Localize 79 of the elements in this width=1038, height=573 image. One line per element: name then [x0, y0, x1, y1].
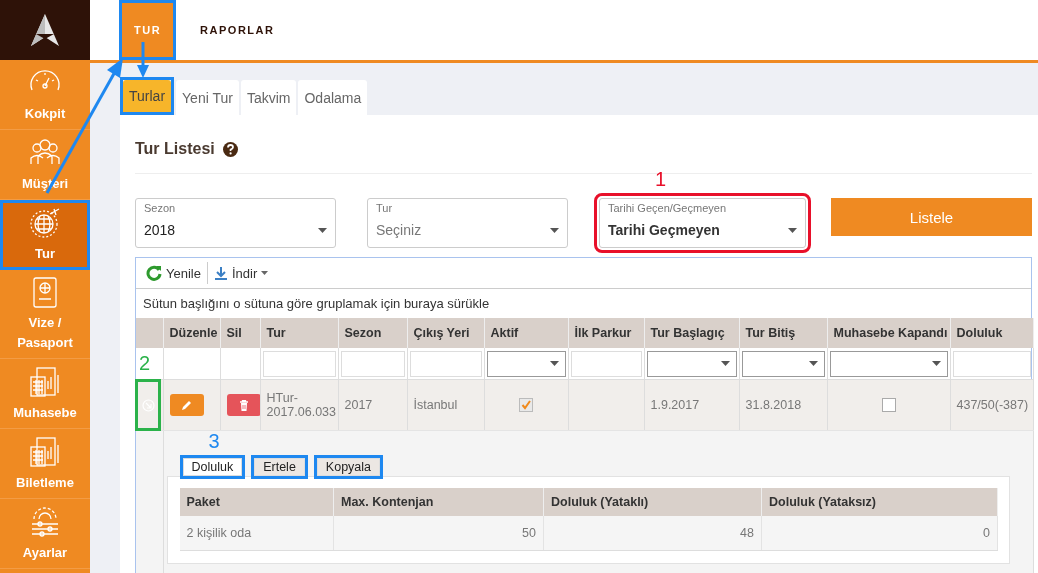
- column-header[interactable]: Sezon: [338, 318, 407, 348]
- tab[interactable]: Turlar: [123, 80, 172, 112]
- column-header[interactable]: İlk Parkur: [568, 318, 644, 348]
- edit-button[interactable]: [169, 394, 204, 416]
- refresh-icon: [146, 265, 162, 281]
- select-field[interactable]: Tur Seçiniz: [367, 198, 568, 248]
- column-header[interactable]: Tur: [260, 318, 338, 348]
- help-icon: [222, 141, 238, 157]
- sidebar-label: Ayarlar: [22, 543, 68, 562]
- callout-number: 3: [208, 431, 220, 451]
- filter-field[interactable]: [570, 350, 642, 377]
- column-header: Paket: [179, 488, 334, 516]
- column-header[interactable]: Sil: [220, 318, 260, 348]
- caret-icon: [318, 227, 327, 233]
- callout-number: 2: [139, 353, 151, 373]
- tab[interactable]: Takvim: [240, 80, 297, 115]
- column-header[interactable]: Çıkış Yeri: [407, 318, 484, 348]
- caret-icon: [549, 361, 559, 366]
- trash-icon: [238, 399, 249, 411]
- table-cell: 48: [740, 526, 754, 540]
- sidebar-label: Vize / Pasaport: [16, 314, 74, 352]
- column-header[interactable]: Muhasebe Kapandı: [827, 318, 950, 348]
- tab[interactable]: Odalama: [298, 80, 368, 115]
- column-header[interactable]: Doluluk: [950, 318, 1033, 348]
- checkbox[interactable]: [519, 398, 533, 412]
- filter-field[interactable]: [340, 350, 405, 377]
- filter-field[interactable]: [409, 350, 482, 377]
- table-cell: 31.8.2018: [745, 398, 802, 412]
- column-header: Doluluk (Yataksız): [761, 488, 998, 516]
- sidebar-label: Tur: [35, 244, 55, 263]
- column-header: Doluluk (Yataklı): [543, 488, 762, 516]
- column-header[interactable]: Tur Bitiş: [739, 318, 827, 348]
- tab[interactable]: Yeni Tur: [176, 80, 239, 115]
- caret-icon: [261, 271, 269, 275]
- caret-icon: [808, 361, 818, 366]
- group-hint: Sütun başlığını o sütuna göre gruplamak için buraya sürükle: [142, 295, 491, 313]
- table-cell: 1.9.2017: [650, 398, 700, 412]
- filter-dropdown[interactable]: [829, 350, 948, 377]
- download-icon: [213, 266, 228, 280]
- checkbox[interactable]: [881, 398, 896, 412]
- caret-icon: [931, 361, 941, 366]
- column-header[interactable]: Tur Başlagıç: [644, 318, 739, 348]
- delete-button[interactable]: [226, 394, 261, 416]
- table-cell: 2 kişilik oda: [186, 526, 252, 540]
- sidebar-label: Muhasebe: [13, 403, 77, 422]
- table-cell: HTur-2017.06.033: [266, 391, 336, 419]
- filter-dropdown[interactable]: [741, 350, 825, 377]
- table-cell: 0: [983, 526, 990, 540]
- filter-dropdown[interactable]: [486, 350, 566, 377]
- download-button[interactable]: İndir: [209, 261, 273, 285]
- sidebar-label: Kokpit: [24, 104, 66, 123]
- caret-icon: [720, 361, 730, 366]
- column-header: Max. Kontenjan: [333, 488, 544, 516]
- calculator-icon: [28, 434, 62, 469]
- detail-tab[interactable]: Doluluk: [182, 458, 243, 476]
- column-header[interactable]: Aktif: [484, 318, 568, 348]
- pencil-icon: [181, 399, 192, 411]
- table-cell: 50: [522, 526, 536, 540]
- section-title: Tur Listesi: [135, 140, 215, 158]
- detail-tab[interactable]: Kopyala: [316, 458, 381, 476]
- detail-tab[interactable]: Ertele: [254, 458, 305, 476]
- filter-field[interactable]: [952, 350, 1031, 377]
- table-cell: 437/50(-387): [956, 398, 1029, 412]
- select-field[interactable]: Sezon 2018: [135, 198, 336, 248]
- module-tab[interactable]: RAPORLAR: [188, 0, 287, 60]
- callout-number: 1: [655, 169, 667, 189]
- column-header[interactable]: Düzenle: [163, 318, 220, 348]
- check-icon: [520, 399, 532, 411]
- sidebar-item[interactable]: Tur: [0, 200, 90, 270]
- filter-dropdown[interactable]: [646, 350, 737, 377]
- sidebar-label: Biletleme: [16, 473, 74, 492]
- caret-icon: [788, 227, 797, 233]
- table-cell: İstanbul: [413, 398, 458, 412]
- logo-icon: [30, 13, 60, 47]
- calculator-icon: [28, 364, 62, 399]
- refresh-button[interactable]: Yenile: [142, 261, 205, 285]
- caret-icon: [550, 227, 559, 233]
- filter-field[interactable]: [262, 350, 336, 377]
- table-cell: 2017: [344, 398, 373, 412]
